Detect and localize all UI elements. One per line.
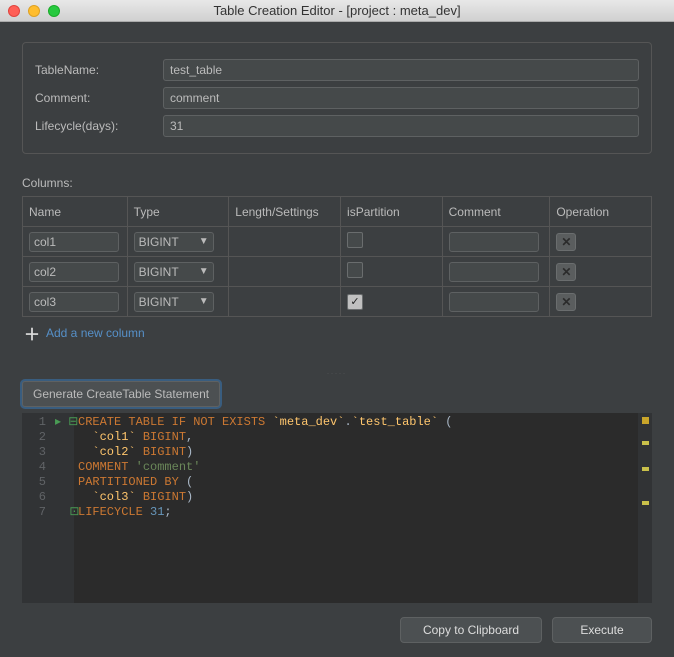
column-name-input[interactable] <box>29 232 119 252</box>
delete-column-button[interactable]: ✕ <box>556 263 576 281</box>
execute-button[interactable]: Execute <box>552 617 652 643</box>
zoom-window-button[interactable] <box>48 5 60 17</box>
table-row: BIGINT ▼ ✕ <box>23 257 652 287</box>
delete-column-button[interactable]: ✕ <box>556 233 576 251</box>
close-window-button[interactable] <box>8 5 20 17</box>
table-row: BIGINT ▼ ✓ ✕ <box>23 287 652 317</box>
col-header-name: Name <box>23 197 128 227</box>
copy-to-clipboard-button[interactable]: Copy to Clipboard <box>400 617 542 643</box>
column-comment-input[interactable] <box>449 232 539 252</box>
col-header-operation: Operation <box>550 197 652 227</box>
change-mark-icon <box>642 441 649 445</box>
lifecycle-input[interactable] <box>163 115 639 137</box>
comment-label: Comment: <box>35 91 163 105</box>
table-row: BIGINT ▼ ✕ <box>23 227 652 257</box>
column-comment-input[interactable] <box>449 292 539 312</box>
column-type-select[interactable]: BIGINT ▼ <box>134 292 214 312</box>
lifecycle-label: Lifecycle(days): <box>35 119 163 133</box>
table-properties-frame: TableName: Comment: Lifecycle(days): <box>22 42 652 154</box>
chevron-down-icon: ▼ <box>199 296 209 307</box>
plus-icon: ＋ <box>24 325 40 341</box>
col-header-length: Length/Settings <box>229 197 341 227</box>
columns-section-label: Columns: <box>22 176 652 190</box>
window-title: Table Creation Editor - [project : meta_… <box>213 3 460 18</box>
column-comment-input[interactable] <box>449 262 539 282</box>
column-name-input[interactable] <box>29 262 119 282</box>
col-header-partition: isPartition <box>341 197 443 227</box>
delete-column-button[interactable]: ✕ <box>556 293 576 311</box>
partition-checkbox[interactable] <box>347 232 363 248</box>
add-column-link[interactable]: Add a new column <box>46 326 145 340</box>
column-name-input[interactable] <box>29 292 119 312</box>
line-number-gutter: 1234567 <box>22 413 52 603</box>
col-header-type: Type <box>127 197 229 227</box>
editor-marks-gutter <box>638 413 652 603</box>
change-mark-icon <box>642 467 649 471</box>
comment-input[interactable] <box>163 87 639 109</box>
generate-statement-button[interactable]: Generate CreateTable Statement <box>22 381 220 407</box>
column-type-select[interactable]: BIGINT ▼ <box>134 232 214 252</box>
column-type-value: BIGINT <box>139 235 179 249</box>
chevron-down-icon: ▼ <box>199 236 209 247</box>
partition-checkbox[interactable]: ✓ <box>347 294 363 310</box>
column-type-value: BIGINT <box>139 265 179 279</box>
column-type-value: BIGINT <box>139 295 179 309</box>
sql-code-area[interactable]: CREATE TABLE IF NOT EXISTS `meta_dev`.`t… <box>74 413 638 603</box>
change-mark-icon <box>642 501 649 505</box>
chevron-down-icon: ▼ <box>199 266 209 277</box>
column-type-select[interactable]: BIGINT ▼ <box>134 262 214 282</box>
col-header-comment: Comment <box>442 197 550 227</box>
splitter-handle[interactable]: ····· <box>22 371 652 377</box>
table-name-input[interactable] <box>163 59 639 81</box>
sql-editor[interactable]: 1234567 ▸ ⊟ ⊡ CREATE TABLE IF NOT EXISTS… <box>22 413 652 603</box>
titlebar: Table Creation Editor - [project : meta_… <box>0 0 674 22</box>
minimize-window-button[interactable] <box>28 5 40 17</box>
table-name-label: TableName: <box>35 63 163 77</box>
warning-mark-icon <box>642 417 649 424</box>
columns-table: Name Type Length/Settings isPartition Co… <box>22 196 652 317</box>
fold-gutter: ▸ ⊟ ⊡ <box>52 413 74 603</box>
partition-checkbox[interactable] <box>347 262 363 278</box>
